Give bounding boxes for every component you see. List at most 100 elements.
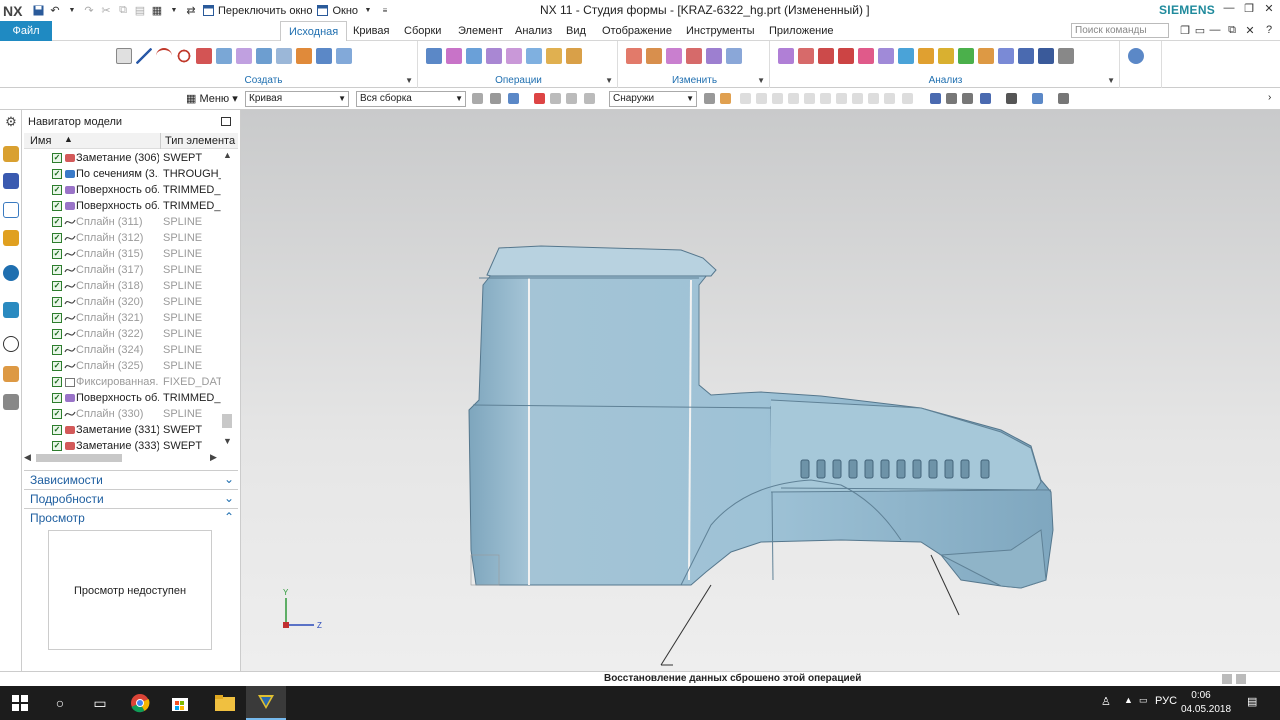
clock[interactable]: 0:06 04.05.2018 xyxy=(1181,689,1231,717)
column-type-header[interactable]: Тип элемента xyxy=(165,135,235,147)
window-menu-button[interactable]: Окно xyxy=(332,5,358,17)
circle-icon[interactable] xyxy=(176,48,192,64)
chevron-up-icon[interactable]: ⌃ xyxy=(224,510,234,524)
window-icon[interactable] xyxy=(315,4,329,18)
trimmed-sheet-icon[interactable] xyxy=(526,48,542,64)
snap-arc-center-icon[interactable] xyxy=(772,93,783,104)
view-pan-icon[interactable] xyxy=(962,93,973,104)
selection-scope-select[interactable]: Вся сборка ▼ xyxy=(356,91,466,107)
navigator-row[interactable]: ✓ Сплайн (315) SPLINE xyxy=(24,246,220,262)
snap-intersection-icon[interactable] xyxy=(756,93,767,104)
graphics-window[interactable]: Y Z xyxy=(241,110,1280,671)
tab-render[interactable]: Отображение xyxy=(594,21,680,41)
menu-button[interactable]: ▦ Меню ▾ xyxy=(186,92,238,105)
copy-icon[interactable]: ⧉ xyxy=(116,4,130,18)
visibility-checkbox[interactable]: ✓ xyxy=(52,185,62,195)
history-icon[interactable] xyxy=(3,302,19,318)
extrude-icon[interactable] xyxy=(296,48,312,64)
unite-icon[interactable] xyxy=(426,48,442,64)
part-navigator-icon[interactable] xyxy=(3,202,19,218)
navigator-row[interactable]: ✓ Заметание (306) SWEPT xyxy=(24,150,220,166)
switch-window-icon[interactable] xyxy=(201,4,215,18)
add-icon[interactable] xyxy=(534,93,545,104)
cut-icon[interactable]: ✂ xyxy=(99,4,113,18)
people-icon[interactable]: ♙ xyxy=(1101,695,1111,708)
navigator-row[interactable]: ✓ Заметание (331) SWEPT xyxy=(24,422,220,438)
visibility-checkbox[interactable]: ✓ xyxy=(52,169,62,179)
constraint-navigator-icon[interactable] xyxy=(3,173,19,189)
trim-body-icon[interactable] xyxy=(446,48,462,64)
orient-view-icon[interactable] xyxy=(980,93,991,104)
peak-points-icon[interactable] xyxy=(838,48,854,64)
group-expand-icon[interactable]: ▼ xyxy=(757,76,765,85)
point-icon[interactable] xyxy=(196,48,212,64)
customize-qat-icon[interactable]: ≡ xyxy=(378,4,392,18)
ribbon-cascade-icon[interactable]: ⧉ xyxy=(1225,24,1239,38)
task-view-icon[interactable]: ▭ xyxy=(80,686,120,720)
radius-analysis-icon[interactable] xyxy=(958,48,974,64)
block-icon[interactable] xyxy=(316,48,332,64)
snap-endpoint-icon[interactable] xyxy=(704,93,715,104)
chevron-down-icon[interactable]: ⌄ xyxy=(224,491,234,505)
distance-analysis-icon[interactable] xyxy=(978,48,994,64)
visibility-checkbox[interactable]: ✓ xyxy=(52,265,62,275)
show-hide-icon[interactable] xyxy=(1058,93,1069,104)
web-browser-icon[interactable] xyxy=(3,265,19,281)
change-degree-icon[interactable] xyxy=(726,48,742,64)
search-icon[interactable]: ○ xyxy=(40,686,80,720)
navigator-row[interactable]: ✓ Сплайн (311) SPLINE xyxy=(24,214,220,230)
notification-icon[interactable]: ▤ xyxy=(1247,695,1257,708)
navigator-row[interactable]: ✓ Поверхность об... TRIMMED_SH xyxy=(24,390,221,406)
help-icon[interactable]: ? xyxy=(1262,24,1276,38)
visibility-checkbox[interactable]: ✓ xyxy=(52,409,62,419)
draft-analysis-icon[interactable] xyxy=(1018,48,1034,64)
face-filter-icon[interactable] xyxy=(508,93,519,104)
scroll-right-icon[interactable]: ▶ xyxy=(210,452,217,463)
settings-icon[interactable]: ⚙ xyxy=(3,114,19,130)
lasso-select-icon[interactable] xyxy=(566,93,577,104)
visibility-checkbox[interactable]: ✓ xyxy=(52,153,62,163)
language-indicator[interactable]: РУС xyxy=(1155,695,1177,707)
tab-tools[interactable]: Инструменты xyxy=(678,21,763,41)
measure-icon[interactable] xyxy=(1058,48,1074,64)
offset-surface-icon[interactable] xyxy=(506,48,522,64)
visibility-checkbox[interactable]: ✓ xyxy=(52,393,62,403)
visibility-checkbox[interactable]: ✓ xyxy=(52,329,62,339)
visibility-checkbox[interactable]: ✓ xyxy=(52,249,62,259)
visibility-checkbox[interactable]: ✓ xyxy=(52,297,62,307)
navigator-row[interactable]: ✓ Сплайн (312) SPLINE xyxy=(24,230,220,246)
view-zoom-icon[interactable] xyxy=(946,93,957,104)
command-finder-icon[interactable]: ▦ xyxy=(150,4,164,18)
navigator-row[interactable]: ✓ Сплайн (330) SPLINE xyxy=(24,406,220,422)
through-curves-mesh-icon[interactable] xyxy=(276,48,292,64)
horizontal-scrollbar[interactable]: ◀ ▶ xyxy=(24,452,220,464)
visibility-checkbox[interactable]: ✓ xyxy=(52,281,62,291)
snap-quadrant-icon[interactable] xyxy=(804,93,815,104)
chrome-icon[interactable] xyxy=(120,686,160,720)
reflection-icon[interactable] xyxy=(918,48,934,64)
snap-tangent-icon[interactable] xyxy=(788,93,799,104)
scroll-up-icon[interactable]: ▲ xyxy=(223,150,232,160)
undo-dropdown-icon[interactable]: ▼ xyxy=(65,4,79,18)
column-divider[interactable] xyxy=(160,133,161,149)
swept-surface-icon[interactable] xyxy=(256,48,272,64)
work-layer-icon[interactable] xyxy=(1032,93,1043,104)
navigator-row[interactable]: ✓ Сплайн (322) SPLINE xyxy=(24,326,220,342)
tab-curve[interactable]: Кривая xyxy=(345,21,397,41)
preview-panel[interactable]: Просмотр ⌃ xyxy=(24,508,238,526)
highlight-lines-icon[interactable] xyxy=(898,48,914,64)
navigator-row[interactable]: ✓ Сплайн (325) SPLINE xyxy=(24,358,220,374)
slope-icon[interactable] xyxy=(938,48,954,64)
switch-window-button[interactable]: Переключить окно xyxy=(218,5,312,17)
visibility-checkbox[interactable]: ✓ xyxy=(52,345,62,355)
sew-icon[interactable] xyxy=(466,48,482,64)
visibility-checkbox[interactable]: ✓ xyxy=(52,361,62,371)
x-form-icon[interactable] xyxy=(646,48,662,64)
curve-analysis-icon[interactable] xyxy=(798,48,814,64)
box-select-icon[interactable] xyxy=(550,93,561,104)
tray-overflow-icon[interactable]: ▲ xyxy=(1124,695,1133,705)
edge-blend-icon[interactable] xyxy=(546,48,562,64)
tab-application[interactable]: Приложение xyxy=(761,21,842,41)
snap-control-icon[interactable] xyxy=(740,93,751,104)
curvature-comb-icon[interactable] xyxy=(818,48,834,64)
